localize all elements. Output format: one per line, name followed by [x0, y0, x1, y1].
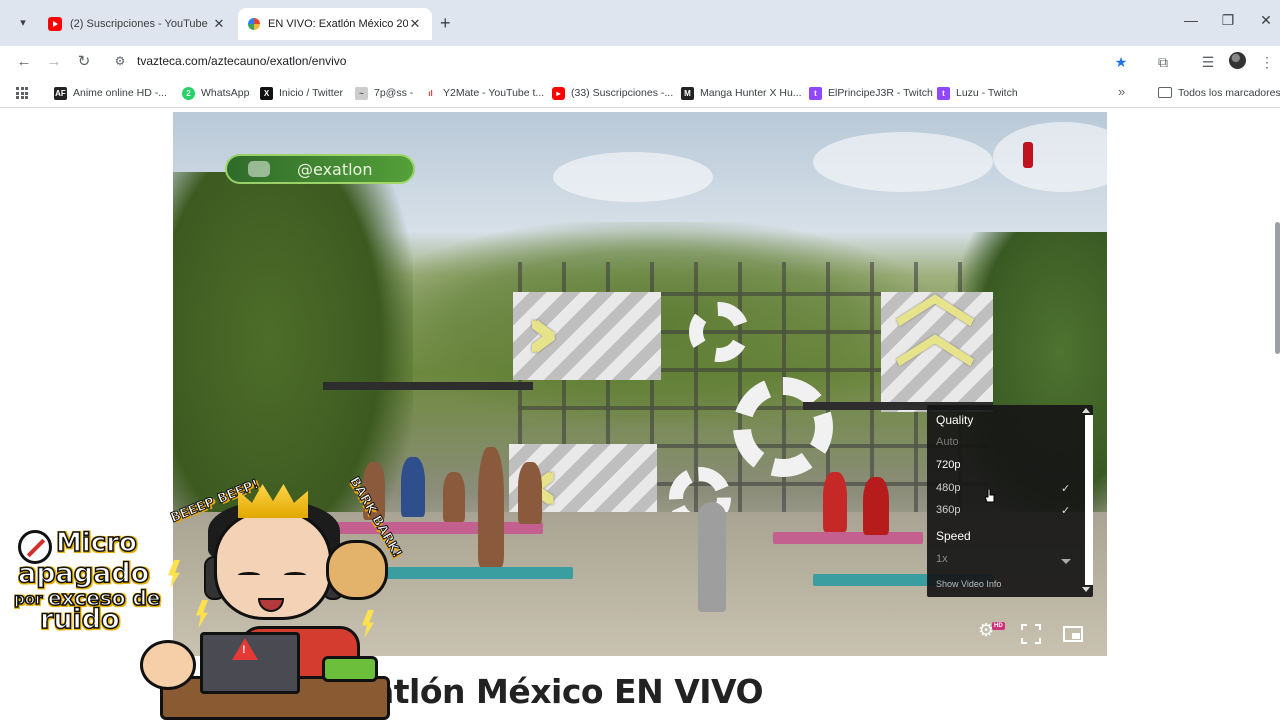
- drill-icon: [322, 656, 378, 682]
- bookmark-elprincipe-twitch[interactable]: t ElPrincipeJ3R - Twitch: [809, 85, 933, 101]
- twitch-icon: t: [937, 86, 950, 100]
- sticker-line-3a: por: [13, 589, 43, 609]
- quality-menu: Quality Auto 720p 480p ✓ 360p ✓ Speed 1x…: [927, 405, 1093, 597]
- crying-baby-icon: [140, 640, 196, 690]
- maximize-icon[interactable]: ❐: [1218, 12, 1238, 29]
- bookmark-youtube-subscriptions[interactable]: ▸ (33) Suscripciones -...: [552, 85, 673, 101]
- bookmark-label: WhatsApp: [201, 87, 250, 99]
- quality-option-360p[interactable]: 360p: [936, 504, 1076, 516]
- check-icon: ✓: [1061, 505, 1071, 517]
- twitch-icon: t: [809, 86, 822, 100]
- show-video-info-link[interactable]: Show Video Info: [936, 579, 1001, 589]
- forward-icon[interactable]: →: [44, 52, 64, 72]
- tab-youtube-subscriptions[interactable]: (2) Suscripciones - YouTube ✕: [38, 8, 236, 40]
- speed-select[interactable]: 1x: [936, 553, 1076, 565]
- site-info-icon[interactable]: ⚙: [112, 54, 128, 70]
- back-icon[interactable]: ←: [14, 52, 34, 72]
- bookmark-luzu-twitch[interactable]: t Luzu - Twitch: [937, 85, 1018, 101]
- sticker-line-4: ruido: [39, 603, 120, 636]
- tv-azteca-favicon-icon: [248, 18, 260, 30]
- bookmark-label: Manga Hunter X Hu...: [700, 87, 802, 99]
- scroll-down-icon[interactable]: [1082, 587, 1090, 592]
- bookmark-label: Y2Mate - YouTube t...: [443, 87, 545, 99]
- tab-title: (2) Suscripciones - YouTube: [70, 18, 208, 30]
- all-bookmarks[interactable]: Todos los marcadores: [1178, 85, 1280, 101]
- tab-close-icon[interactable]: ✕: [408, 16, 422, 32]
- watermark-text: @exatlon: [297, 160, 373, 179]
- tab-strip: ▾ (2) Suscripciones - YouTube ✕ EN VIVO:…: [0, 0, 1280, 46]
- scroll-up-icon[interactable]: [1082, 408, 1090, 413]
- bookmark-label: Inicio / Twitter: [279, 87, 343, 99]
- youtube-icon: ▸: [552, 86, 565, 100]
- tab-title: EN VIVO: Exatlón México 2026|: [268, 18, 408, 30]
- quality-option-auto[interactable]: Auto: [936, 436, 1076, 448]
- apps-grid-icon[interactable]: [16, 87, 28, 99]
- more-bookmarks-icon[interactable]: »: [1118, 84, 1125, 99]
- bookmark-label: ElPrincipeJ3R - Twitch: [828, 87, 933, 99]
- bookmark-whatsapp[interactable]: 2 WhatsApp: [182, 85, 249, 101]
- new-tab-icon[interactable]: +: [440, 13, 451, 34]
- y2mate-icon: ıl: [424, 86, 437, 100]
- speed-heading: Speed: [936, 529, 971, 543]
- menu-scrollbar[interactable]: [1085, 415, 1093, 585]
- quality-heading: Quality: [936, 413, 974, 427]
- quality-option-480p[interactable]: 480p: [936, 482, 1076, 494]
- chevron-down-icon[interactable]: [1061, 559, 1071, 564]
- bookmark-manga[interactable]: M Manga Hunter X Hu...: [681, 85, 802, 101]
- dog-icon: [326, 540, 388, 600]
- manga-icon: M: [681, 86, 694, 100]
- folder-icon: [1158, 87, 1172, 98]
- play-icon: [248, 161, 270, 177]
- window-close-icon[interactable]: ✕: [1256, 12, 1276, 29]
- sticker-line-2: apagado: [17, 557, 150, 590]
- bookmark-label: Luzu - Twitch: [956, 87, 1018, 99]
- bookmark-twitter[interactable]: X Inicio / Twitter: [260, 85, 343, 101]
- minimize-icon[interactable]: —: [1181, 12, 1201, 28]
- quality-option-720p[interactable]: 720p: [936, 459, 1076, 471]
- bookmark-y2mate[interactable]: ıl Y2Mate - YouTube t...: [424, 85, 544, 101]
- mouse-cursor-icon: [985, 489, 995, 503]
- tab-close-icon[interactable]: ✕: [212, 16, 226, 32]
- bookmark-label: 7p@ss -: [374, 87, 414, 99]
- reload-icon[interactable]: ↻: [74, 52, 94, 72]
- tab-exatlon-live[interactable]: EN VIVO: Exatlón México 2026| ✕: [238, 8, 432, 40]
- tab-search-icon[interactable]: ▾: [14, 14, 32, 32]
- fullscreen-icon[interactable]: [1021, 624, 1041, 644]
- all-bookmarks-label: Todos los marcadores: [1178, 87, 1280, 99]
- browser-toolbar: ← → ↻ ⚙ tvazteca.com/aztecauno/exatlon/e…: [0, 46, 1280, 78]
- extensions-icon[interactable]: ⧉: [1153, 52, 1173, 72]
- bookmark-anime[interactable]: AF Anime online HD -...: [54, 85, 167, 101]
- hd-badge: HD: [992, 622, 1005, 630]
- bookmarks-bar: AF Anime online HD -... 2 WhatsApp X Ini…: [0, 78, 1280, 108]
- bookmark-label: (33) Suscripciones -...: [571, 87, 674, 99]
- check-icon: ✓: [1061, 483, 1071, 495]
- address-bar[interactable]: tvazteca.com/aztecauno/exatlon/envivo: [137, 54, 346, 68]
- sticker-line-1: Micro: [55, 527, 137, 559]
- character-eyes: [238, 572, 308, 584]
- bookmark-label: Anime online HD -...: [73, 87, 167, 99]
- x-icon: X: [260, 86, 273, 100]
- 7pass-icon: ~: [355, 86, 368, 100]
- bookmark-star-icon[interactable]: ★: [1111, 52, 1131, 72]
- page-scrollbar[interactable]: [1275, 222, 1280, 354]
- anime-icon: AF: [54, 86, 67, 100]
- page-title: atlón México EN VIVO: [372, 672, 764, 711]
- profile-avatar[interactable]: [1229, 52, 1246, 69]
- media-controls-icon[interactable]: ☰: [1198, 52, 1218, 72]
- picture-in-picture-icon[interactable]: [1063, 626, 1083, 642]
- youtube-favicon-icon: [48, 17, 62, 31]
- menu-icon[interactable]: ⋮: [1257, 52, 1277, 72]
- whatsapp-icon: 2: [182, 86, 195, 100]
- bookmark-7pass[interactable]: ~ 7p@ss -: [355, 85, 413, 101]
